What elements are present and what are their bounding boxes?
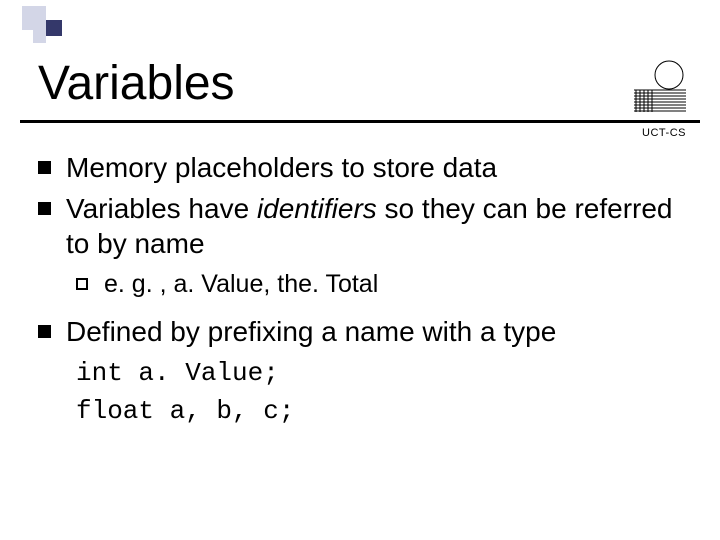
uct-logo-icon (634, 60, 686, 112)
bullet-text: Memory placeholders to store data (66, 152, 497, 183)
slide-title: Variables (38, 56, 235, 111)
code-block: int a. Value; float a, b, c; (76, 355, 690, 430)
bullet-item: Variables have identifiers so they can b… (38, 191, 690, 261)
slide: Variables UCT-CS (0, 0, 720, 540)
bullet-item: Defined by prefixing a name with a type (38, 314, 690, 349)
content-area: Memory placeholders to store data Variab… (38, 150, 690, 431)
corner-decoration (22, 6, 68, 52)
bullet-text-pre: Variables have (66, 193, 257, 224)
bullet-item: Memory placeholders to store data (38, 150, 690, 185)
bullet-text-em: identifiers (257, 193, 377, 224)
code-line: float a, b, c; (76, 393, 690, 431)
code-line: int a. Value; (76, 355, 690, 393)
brand-label: UCT-CS (642, 127, 686, 139)
bullet-text: Defined by prefixing a name with a type (66, 316, 556, 347)
title-rule (20, 120, 700, 123)
sub-bullet-item: e. g. , a. Value, the. Total (38, 269, 690, 300)
sub-bullet-text: e. g. , a. Value, the. Total (104, 270, 378, 298)
